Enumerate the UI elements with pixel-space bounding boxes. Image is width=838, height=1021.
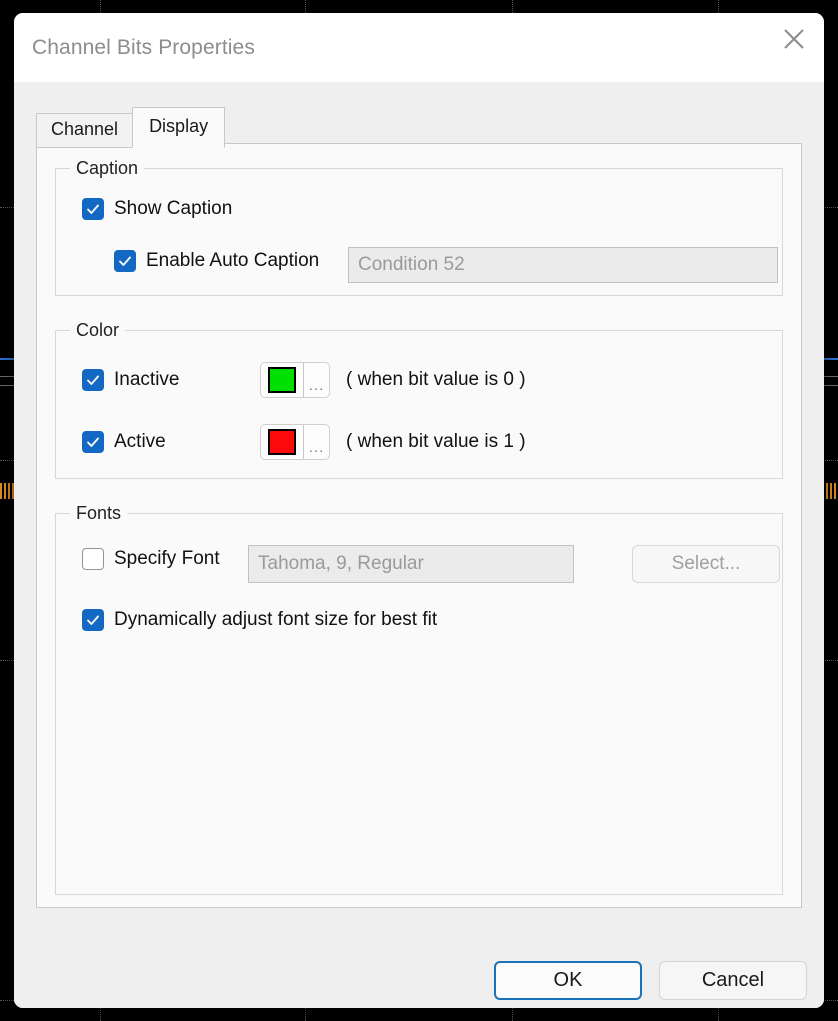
dialog-titlebar: Channel Bits Properties <box>14 13 824 82</box>
show-caption-row[interactable]: Show Caption <box>82 198 232 220</box>
active-color-row: Active ... ( when bit value is 1 ) <box>82 424 526 460</box>
tab-display[interactable]: Display <box>132 107 226 148</box>
enable-auto-caption-checkbox[interactable] <box>114 250 136 272</box>
inactive-color-ellipsis[interactable]: ... <box>303 363 329 397</box>
fonts-group: Fonts Specify Font Tahoma, 9, Regular Se… <box>55 503 783 895</box>
inactive-color-swatch <box>268 367 296 393</box>
dynamic-font-row[interactable]: Dynamically adjust font size for best fi… <box>82 609 437 631</box>
active-checkbox[interactable] <box>82 431 104 453</box>
tabstrip: Channel Display <box>36 107 226 148</box>
ok-button[interactable]: OK <box>494 961 642 1000</box>
active-color-button[interactable]: ... <box>260 424 330 460</box>
tab-channel[interactable]: Channel <box>36 113 134 148</box>
dialog-title: Channel Bits Properties <box>32 35 255 59</box>
dynamic-font-label: Dynamically adjust font size for best fi… <box>114 609 438 630</box>
channel-bits-properties-dialog: Channel Bits Properties Channel Display … <box>14 13 824 1008</box>
inactive-color-swatch-wrap <box>261 363 303 397</box>
specify-font-label: Specify Font <box>114 548 220 569</box>
caption-group-legend: Caption <box>70 158 145 179</box>
active-color-swatch <box>268 429 296 455</box>
inactive-checkbox[interactable] <box>82 369 104 391</box>
caption-text-field[interactable]: Condition 52 <box>348 247 778 283</box>
inactive-hint: ( when bit value is 0 ) <box>346 369 526 390</box>
specify-font-checkbox[interactable] <box>82 548 104 570</box>
background-orange-waveform <box>0 483 14 499</box>
font-value-field[interactable]: Tahoma, 9, Regular <box>248 545 574 583</box>
tab-content-panel: Caption Show Caption Enable Auto Caption… <box>36 143 802 908</box>
fonts-group-legend: Fonts <box>70 503 128 524</box>
show-caption-checkbox[interactable] <box>82 198 104 220</box>
cancel-button[interactable]: Cancel <box>659 961 807 1000</box>
enable-auto-caption-label: Enable Auto Caption <box>146 250 320 271</box>
specify-font-row[interactable]: Specify Font <box>82 548 220 570</box>
dialog-body: Channel Display Caption Show Caption Ena… <box>14 82 824 1008</box>
close-icon[interactable] <box>764 13 824 65</box>
caption-group: Caption Show Caption Enable Auto Caption… <box>55 158 783 296</box>
active-label: Active <box>114 431 166 452</box>
active-hint: ( when bit value is 1 ) <box>346 431 526 452</box>
inactive-color-button[interactable]: ... <box>260 362 330 398</box>
inactive-color-row: Inactive ... ( when bit value is 0 ) <box>82 362 526 398</box>
color-group: Color Inactive ... (when bit value is 0… <box>55 320 783 479</box>
inactive-label: Inactive <box>114 369 180 390</box>
dynamic-font-checkbox[interactable] <box>82 609 104 631</box>
active-color-ellipsis[interactable]: ... <box>303 425 329 459</box>
color-group-legend: Color <box>70 320 126 341</box>
show-caption-label: Show Caption <box>114 198 233 219</box>
select-font-button[interactable]: Select... <box>632 545 780 583</box>
enable-auto-caption-row[interactable]: Enable Auto Caption <box>114 250 319 272</box>
active-color-swatch-wrap <box>261 425 303 459</box>
